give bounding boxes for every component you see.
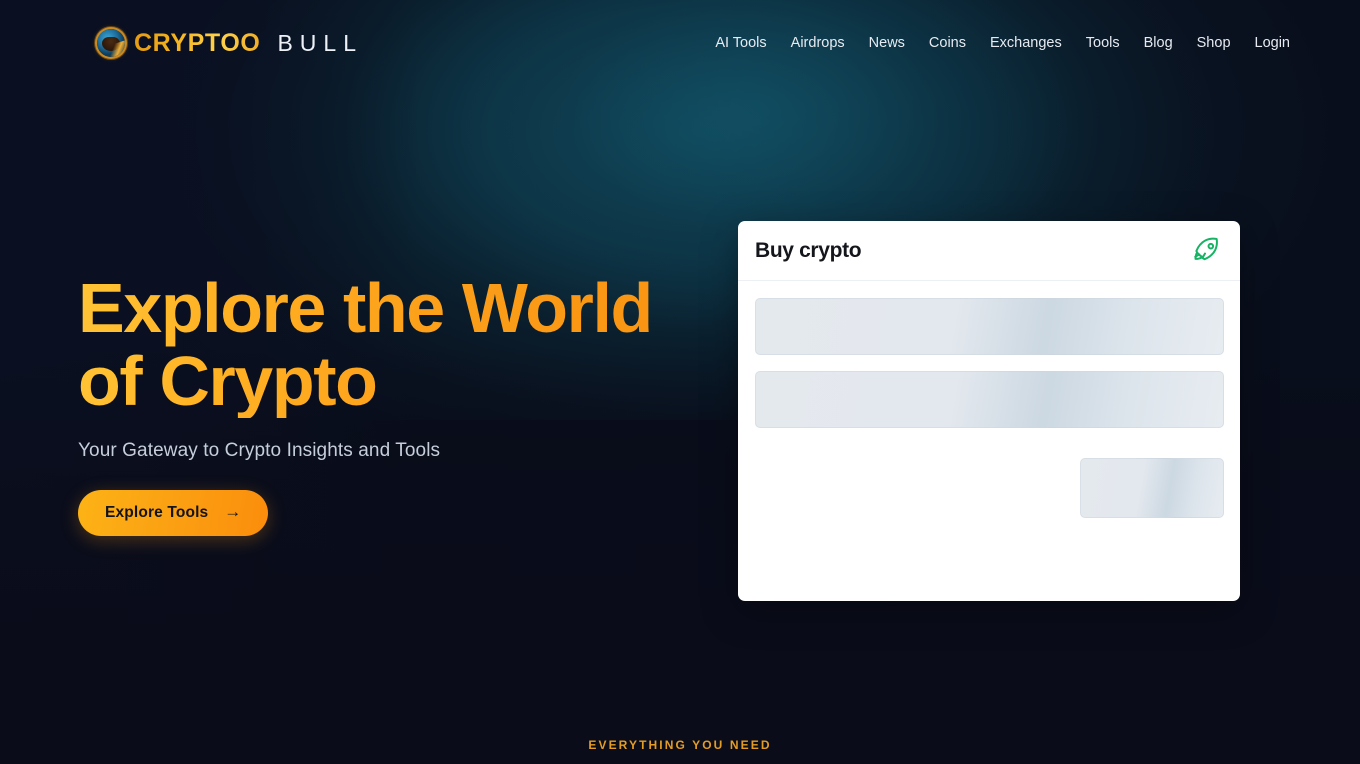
buy-crypto-title: Buy crypto: [755, 238, 862, 262]
nav-item-airdrops[interactable]: Airdrops: [791, 32, 845, 55]
hero-title: Explore the World of Crypto: [78, 272, 698, 418]
rocket-icon: [1189, 234, 1223, 268]
loading-placeholder-row: [755, 371, 1224, 428]
buy-crypto-widget: Buy crypto: [738, 221, 1240, 601]
nav-item-tools[interactable]: Tools: [1086, 32, 1120, 55]
nav-item-coins[interactable]: Coins: [929, 32, 966, 55]
site-header: CRYPTOO BULL AI Tools Airdrops News Coin…: [0, 0, 1360, 86]
nav-item-shop[interactable]: Shop: [1197, 32, 1231, 55]
loading-placeholder-row: [755, 298, 1224, 355]
nav-item-exchanges[interactable]: Exchanges: [990, 32, 1062, 55]
buy-crypto-widget-header: Buy crypto: [738, 221, 1240, 281]
brand-name-primary: CRYPTOO: [134, 28, 261, 57]
section-eyebrow: EVERYTHING YOU NEED: [588, 738, 772, 752]
nav-item-blog[interactable]: Blog: [1144, 32, 1173, 55]
bull-globe-logo-icon: [97, 29, 125, 57]
arrow-right-icon: →: [224, 502, 242, 522]
nav-item-login[interactable]: Login: [1255, 32, 1290, 55]
buy-crypto-widget-body: [738, 281, 1240, 601]
nav-item-ai-tools[interactable]: AI Tools: [715, 32, 766, 55]
explore-tools-button-label: Explore Tools: [105, 503, 209, 521]
hero-subtitle: Your Gateway to Crypto Insights and Tool…: [78, 439, 441, 461]
hero-section: Explore the World of Crypto Your Gateway…: [78, 272, 698, 536]
brand-name-secondary: BULL: [277, 29, 363, 56]
explore-tools-button[interactable]: Explore Tools →: [78, 489, 269, 536]
brand-logo-link[interactable]: CRYPTOO BULL: [97, 29, 363, 58]
loading-placeholder-row: [1080, 458, 1224, 518]
nav-item-news[interactable]: News: [869, 32, 905, 55]
main-navigation: AI Tools Airdrops News Coins Exchanges T…: [715, 32, 1290, 55]
